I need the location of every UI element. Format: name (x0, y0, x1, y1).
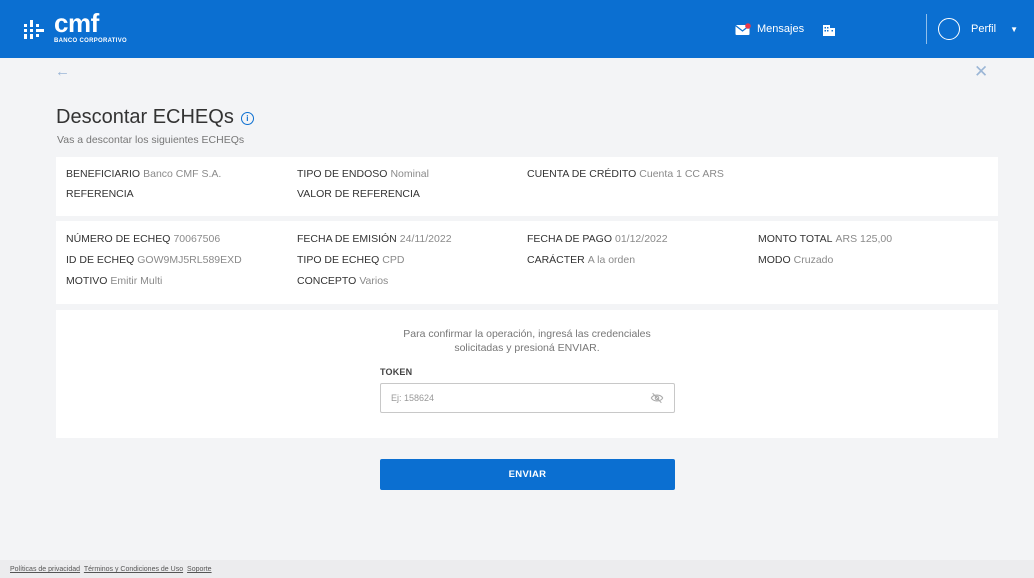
info-icon[interactable]: i (240, 112, 254, 125)
messages-button[interactable]: Mensajes (735, 0, 804, 58)
avatar-icon (938, 18, 960, 40)
field-caracter: CARÁCTER A la orden (527, 254, 635, 266)
chevron-down-icon: ▼ (1010, 24, 1018, 34)
token-label: TOKEN (380, 367, 413, 377)
submit-button[interactable]: ENVIAR (380, 459, 675, 490)
company-button[interactable] (822, 0, 836, 58)
header-divider (926, 14, 927, 44)
tipo-endoso-value: Nominal (390, 168, 429, 180)
field-motivo: MOTIVO Emitir Multi (66, 275, 162, 287)
confirm-instructions: Para confirmar la operación, ingresá las… (56, 327, 998, 355)
monto-value: ARS 125,00 (835, 233, 893, 245)
tipo-echeq-value: CPD (382, 254, 405, 266)
footer: Políticas de privacidad Términos y Condi… (0, 560, 1034, 578)
concepto-value: Varios (359, 275, 389, 287)
confirm-line-2: solicitadas y presioná ENVIAR. (454, 342, 600, 354)
modo-value: Cruzado (793, 254, 834, 266)
beneficiario-label: BENEFICIARIO (66, 168, 141, 180)
cuenta-credito-label: CUENTA DE CRÉDITO (527, 168, 637, 180)
modo-label: MODO (758, 254, 791, 266)
confirm-card: Para confirmar la operación, ingresá las… (56, 310, 998, 438)
motivo-value: Emitir Multi (110, 275, 163, 287)
referencia-label: REFERENCIA (66, 188, 134, 200)
numero-label: NÚMERO DE ECHEQ (66, 233, 171, 245)
close-icon[interactable]: ✕ (974, 62, 988, 82)
valor-referencia-label: VALOR DE REFERENCIA (297, 188, 420, 200)
profile-button[interactable]: Perfil ▼ (938, 0, 1018, 58)
cuenta-credito-value: Cuenta 1 CC ARS (639, 168, 724, 180)
back-arrow-icon[interactable]: ← (55, 63, 70, 80)
summary-card: BENEFICIARIO Banco CMF S.A. TIPO DE ENDOS… (56, 157, 998, 216)
top-header: cmf BANCO CORPORATIVO Mensajes Perfil ▼ (0, 0, 1034, 58)
messages-label: Mensajes (757, 23, 805, 35)
field-beneficiario: BENEFICIARIO Banco CMF S.A. (66, 168, 221, 180)
logo[interactable]: cmf BANCO CORPORATIVO (22, 8, 127, 44)
beneficiario-value: Banco CMF S.A. (143, 168, 222, 180)
field-numero: NÚMERO DE ECHEQ 70067506 (66, 233, 220, 245)
id-label: ID DE ECHEQ (66, 254, 135, 266)
eye-off-icon[interactable] (650, 391, 664, 405)
caracter-label: CARÁCTER (527, 254, 585, 266)
logo-name: cmf (54, 8, 99, 38)
motivo-label: MOTIVO (66, 275, 108, 287)
confirm-line-1: Para confirmar la operación, ingresá las… (403, 328, 651, 340)
field-cuenta-credito: CUENTA DE CRÉDITO Cuenta 1 CC ARS (527, 168, 724, 180)
tipo-echeq-label: TIPO DE ECHEQ (297, 254, 380, 266)
mail-icon (735, 22, 751, 35)
concepto-label: CONCEPTO (297, 275, 357, 287)
page-title: Descontar ECHEQs i (56, 106, 254, 129)
token-field (380, 383, 675, 413)
numero-value: 70067506 (173, 233, 221, 245)
logo-icon (24, 20, 44, 39)
field-id: ID DE ECHEQ GOW9MJ5RL589EXD (66, 254, 242, 266)
fecha-pago-value: 01/12/2022 (615, 233, 668, 245)
field-tipo-endoso: TIPO DE ENDOSO Nominal (297, 168, 429, 180)
field-modo: MODO Cruzado (758, 254, 833, 266)
monto-label: MONTO TOTAL (758, 233, 833, 245)
fecha-emision-value: 24/11/2022 (399, 233, 452, 245)
field-concepto: CONCEPTO Varios (297, 275, 388, 287)
page-subtitle: Vas a descontar los siguientes ECHEQs (57, 134, 245, 146)
logo-subtitle: BANCO CORPORATIVO (54, 38, 127, 44)
fecha-pago-label: FECHA DE PAGO (527, 233, 612, 245)
field-monto: MONTO TOTAL ARS 125,00 (758, 233, 892, 245)
field-referencia: REFERENCIA (66, 188, 134, 200)
field-valor-referencia: VALOR DE REFERENCIA (297, 188, 420, 200)
building-icon (823, 24, 835, 36)
field-fecha-pago: FECHA DE PAGO 01/12/2022 (527, 233, 668, 245)
support-link[interactable]: Soporte (187, 566, 212, 573)
echeq-card: NÚMERO DE ECHEQ 70067506 FECHA DE EMISIÓN… (56, 221, 998, 304)
privacy-link[interactable]: Políticas de privacidad (10, 566, 80, 573)
profile-label: Perfil (971, 23, 997, 35)
tipo-endoso-label: TIPO DE ENDOSO (297, 168, 388, 180)
terms-link[interactable]: Términos y Condiciones de Uso (84, 566, 183, 573)
id-value: GOW9MJ5RL589EXD (137, 254, 242, 266)
field-fecha-emision: FECHA DE EMISIÓN 24/11/2022 (297, 233, 452, 245)
caracter-value: A la orden (587, 254, 636, 266)
field-tipo-echeq: TIPO DE ECHEQ CPD (297, 254, 404, 266)
fecha-emision-label: FECHA DE EMISIÓN (297, 233, 397, 245)
token-input[interactable] (381, 384, 631, 412)
page-title-text: Descontar ECHEQs (56, 106, 234, 128)
